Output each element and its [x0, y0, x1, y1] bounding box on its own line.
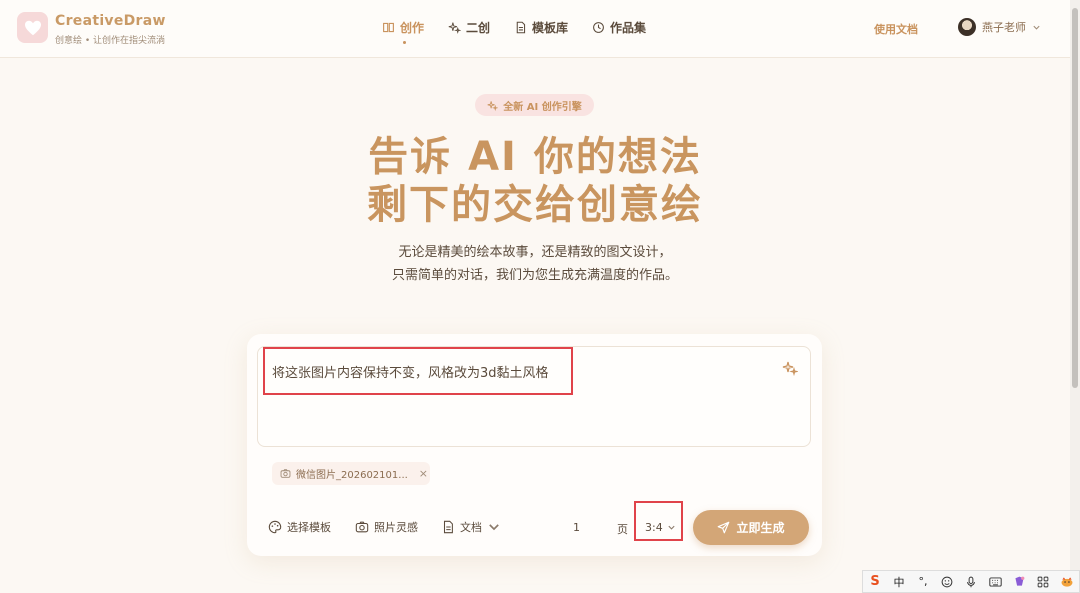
nav-item-label: 模板库 — [532, 21, 569, 35]
keyboard-icon[interactable] — [986, 573, 1004, 591]
book-icon — [383, 22, 394, 33]
hero-subtitle-line-1: 无论是精美的绘本故事，还是精致的图文设计， — [398, 245, 672, 260]
nav-item-label: 二创 — [466, 21, 491, 35]
sparkle-icon — [487, 100, 499, 111]
palette-icon — [268, 520, 282, 534]
avatar — [958, 18, 976, 36]
generate-label: 立即生成 — [736, 521, 785, 535]
scroll-thumb[interactable] — [1072, 8, 1078, 388]
document-label: 文档 — [460, 521, 482, 534]
logo-icon[interactable] — [17, 12, 48, 43]
page-unit-label: 页 — [617, 523, 628, 536]
enhance-prompt-icon[interactable] — [782, 360, 798, 376]
docs-link[interactable]: 使用文档 — [874, 21, 918, 37]
document-icon — [443, 520, 453, 534]
attachment-remove-button[interactable]: × — [419, 467, 428, 480]
chevron-down-icon — [489, 524, 499, 531]
history-icon — [593, 22, 604, 33]
sparkle-icon — [448, 22, 462, 34]
document-icon — [516, 21, 526, 34]
page-count-input[interactable]: 1 — [573, 521, 580, 534]
photo-inspiration-button[interactable]: 照片灵感 — [355, 519, 418, 535]
attachment-name: 微信图片_202602101... — [296, 470, 408, 481]
user-menu[interactable]: 燕子老师 — [958, 18, 1041, 36]
user-name: 燕子老师 — [982, 21, 1026, 34]
ime-punct-toggle[interactable]: °, — [914, 573, 932, 591]
top-header: CreativeDraw 创意绘 • 让创作在指尖流淌 创作 二创 模板库 作品… — [0, 0, 1070, 58]
ime-toolbar: S 中 °, — [862, 570, 1080, 593]
nav-item-label: 作品集 — [610, 21, 647, 35]
brand-name: CreativeDraw — [55, 13, 166, 29]
nav-item-portfolio[interactable]: 作品集 — [592, 19, 646, 36]
ime-mascot-icon[interactable] — [1058, 573, 1076, 591]
chevron-down-icon — [1033, 25, 1040, 30]
nav-item-remix[interactable]: 二创 — [448, 19, 490, 36]
hero-title-line-2: 剩下的交给创意绘 — [367, 182, 703, 228]
main-nav: 创作 二创 模板库 作品集 — [382, 19, 670, 44]
skin-icon[interactable] — [1010, 573, 1028, 591]
photo-inspiration-label: 照片灵感 — [374, 521, 418, 534]
ime-mode-toggle[interactable]: 中 — [890, 573, 908, 591]
hero-title-line-1: 告诉 AI 你的想法 — [368, 134, 702, 180]
sogou-logo-icon[interactable]: S — [866, 573, 884, 591]
generate-button[interactable]: 立即生成 — [693, 510, 809, 545]
brand-tagline: 创意绘 • 让创作在指尖流淌 — [55, 36, 166, 46]
badge-label: 全新 AI 创作引擎 — [503, 101, 582, 113]
prompt-highlight-box — [263, 347, 573, 395]
camera-icon — [280, 469, 291, 478]
page-scrollbar[interactable] — [1070, 0, 1080, 593]
nav-item-label: 创作 — [400, 21, 425, 35]
feature-badge: 全新 AI 创作引擎 — [475, 94, 594, 116]
ratio-highlight-box — [634, 501, 683, 541]
hero-subtitle-line-2: 只需简单的对话，我们为您生成充满温度的作品。 — [391, 268, 678, 283]
nav-item-create[interactable]: 创作 — [382, 19, 425, 44]
nav-item-templates[interactable]: 模板库 — [514, 19, 568, 36]
send-icon — [718, 521, 730, 534]
microphone-icon[interactable] — [962, 573, 980, 591]
select-template-label: 选择模板 — [287, 521, 331, 534]
select-template-button[interactable]: 选择模板 — [268, 519, 331, 535]
camera-icon — [355, 521, 369, 533]
toolbox-grid-icon[interactable] — [1034, 573, 1052, 591]
document-dropdown[interactable]: 文档 — [441, 519, 501, 535]
emoji-icon[interactable] — [938, 573, 956, 591]
attachment-chip[interactable]: 微信图片_202602101... × — [272, 462, 430, 485]
